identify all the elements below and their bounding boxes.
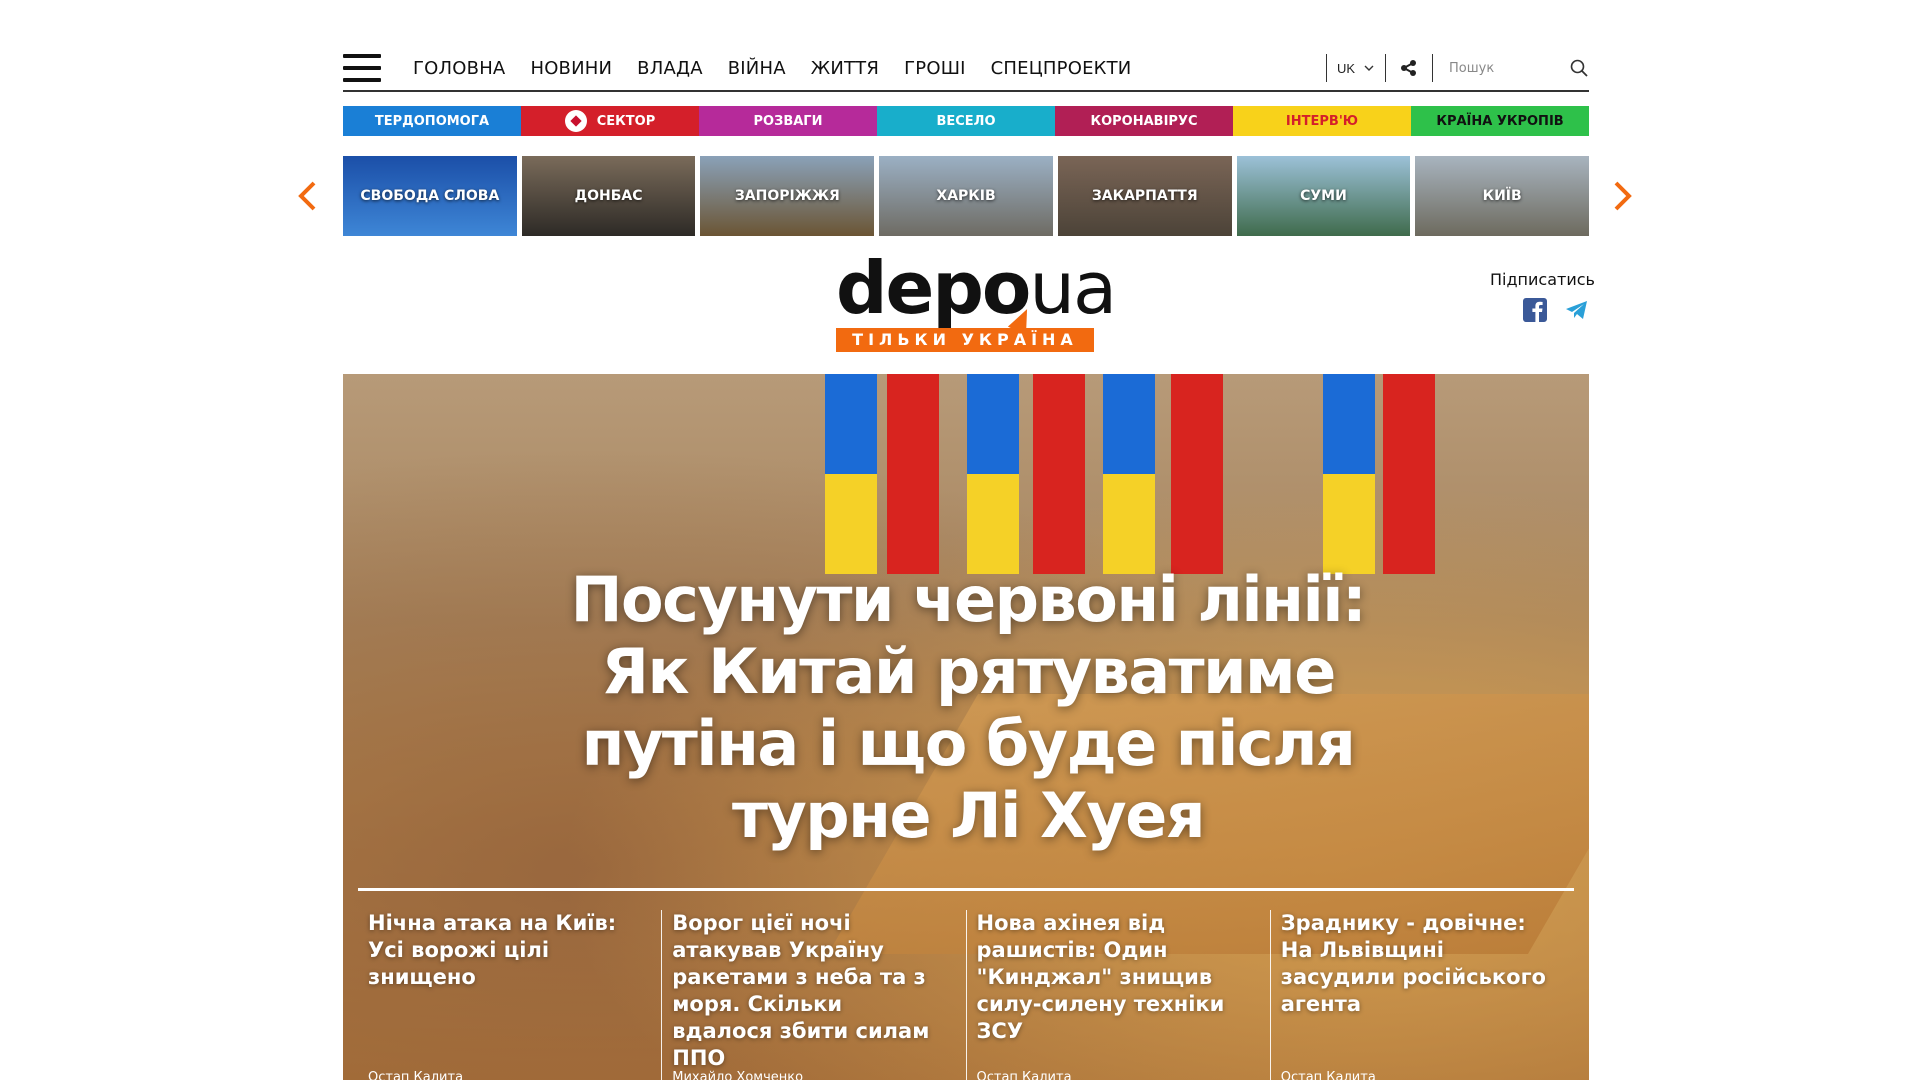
region-label: ЗАКАРПАТТЯ: [1091, 188, 1198, 204]
teaser-title: Ворог цієї ночі атакував Україну ракетам…: [672, 911, 930, 1070]
nav-item-life[interactable]: ЖИТТЯ: [811, 58, 879, 79]
social-links: [1490, 297, 1590, 323]
language-label: UK: [1336, 60, 1355, 76]
category-label: ТЕРДОПОМОГА: [374, 113, 490, 129]
subscribe-label: Підписатись: [1490, 270, 1595, 289]
main-menu: ГОЛОВНА НОВИНИ ВЛАДА ВІЙНА ЖИТТЯ ГРОШІ С…: [413, 58, 1156, 79]
share-button[interactable]: [1386, 59, 1432, 77]
flag-ukraine-decor: [967, 374, 1019, 574]
share-icon: [1401, 60, 1416, 76]
carousel-next-button[interactable]: [1612, 180, 1634, 212]
teaser-author: Остап Калита: [976, 1070, 1072, 1080]
teaser-item[interactable]: Ворог цієї ночі атакував Україну ракетам…: [661, 910, 965, 1080]
nav-item-power[interactable]: ВЛАДА: [637, 58, 703, 79]
nav-item-special-projects[interactable]: СПЕЦПРОЕКТИ: [991, 58, 1132, 79]
category-coronavirus[interactable]: КОРОНАВІРУС: [1055, 106, 1233, 136]
region-label: ЗАПОРІЖЖЯ: [734, 188, 840, 204]
nav-item-home[interactable]: ГОЛОВНА: [413, 58, 505, 79]
category-label: РОЗВАГИ: [753, 113, 823, 129]
facebook-icon[interactable]: [1522, 297, 1548, 323]
nav-item-money[interactable]: ГРОШІ: [904, 58, 966, 79]
region-tile-donbas[interactable]: ДОНБАС: [521, 156, 696, 236]
region-tile-kyiv[interactable]: КИЇВ: [1415, 156, 1590, 236]
search-box: [1433, 58, 1589, 78]
carousel-prev-button[interactable]: [296, 180, 318, 212]
category-label: КОРОНАВІРУС: [1090, 113, 1198, 129]
teaser-title: Нова ахінея від рашистів: Один "Кинджал"…: [976, 911, 1225, 1043]
region-tile-free-speech[interactable]: СВОБОДА СЛОВА: [343, 156, 517, 236]
teaser-item[interactable]: Нова ахінея від рашистів: Один "Кинджал"…: [965, 910, 1270, 1080]
teaser-author: Михайло Хомченко: [672, 1070, 804, 1080]
category-terdopomoha[interactable]: ТЕРДОПОМОГА: [343, 106, 521, 136]
logo-wordmark: depoua: [836, 252, 1117, 324]
logo-main-text: depo: [836, 246, 1031, 330]
category-label: ВЕСЕЛО: [936, 113, 996, 129]
chevron-left-icon: [298, 181, 316, 211]
top-navigation: ГОЛОВНА НОВИНИ ВЛАДА ВІЙНА ЖИТТЯ ГРОШІ С…: [343, 46, 1589, 92]
region-label: ХАРКІВ: [936, 188, 996, 204]
logo-slogan: ТІЛЬКИ УКРАЇНА: [836, 328, 1094, 352]
hamburger-menu-icon[interactable]: [343, 54, 381, 82]
logo-tld-text: ua: [1029, 246, 1117, 330]
region-tile-zaporizhzhia[interactable]: ЗАПОРІЖЖЯ: [700, 156, 875, 236]
hero-headline[interactable]: Посунути червоні лінії: Як Китай рятуват…: [543, 564, 1393, 852]
category-fun[interactable]: ВЕСЕЛО: [877, 106, 1055, 136]
region-tile-kharkiv[interactable]: ХАРКІВ: [879, 156, 1053, 236]
region-carousel: СВОБОДА СЛОВА ДОНБАС ЗАПОРІЖЖЯ ХАРКІВ ЗА…: [343, 156, 1590, 236]
flag-china-decor: [1171, 374, 1223, 574]
flag-ukraine-decor: [1323, 374, 1375, 574]
region-label: СВОБОДА СЛОВА: [360, 188, 500, 204]
region-label: ДОНБАС: [574, 188, 643, 204]
subscribe-block: Підписатись: [1490, 270, 1595, 323]
hero-article[interactable]: Посунути червоні лінії: Як Китай рятуват…: [343, 374, 1589, 1080]
region-label: СУМИ: [1300, 188, 1347, 204]
category-label: ІНТЕРВ'Ю: [1285, 113, 1359, 129]
football-icon: [564, 110, 587, 132]
teaser-title: Зраднику - довічне: На Львівщині засудил…: [1280, 911, 1546, 1016]
teaser-author: Остап Калита: [1280, 1070, 1376, 1080]
flag-china-decor: [1383, 374, 1435, 574]
region-label: КИЇВ: [1482, 188, 1522, 204]
chevron-down-icon: [1364, 65, 1374, 71]
teaser-list: Нічна атака на Київ: Усі ворожі цілі зни…: [358, 910, 1574, 1080]
teaser-author: Остап Калита: [368, 1070, 464, 1080]
language-selector[interactable]: UK: [1327, 61, 1385, 76]
search-icon[interactable]: [1569, 58, 1589, 78]
search-input[interactable]: [1449, 60, 1569, 76]
category-entertainment[interactable]: РОЗВАГИ: [699, 106, 877, 136]
flag-china-decor: [1033, 374, 1085, 574]
category-bar: ТЕРДОПОМОГА СЕКТОР РОЗВАГИ ВЕСЕЛО КОРОНА…: [343, 106, 1589, 136]
category-sector[interactable]: СЕКТОР: [521, 106, 699, 136]
flag-ukraine-decor: [825, 374, 877, 574]
category-interview[interactable]: ІНТЕРВ'Ю: [1233, 106, 1411, 136]
nav-tools: UK: [1325, 53, 1589, 83]
nav-item-news[interactable]: НОВИНИ: [530, 58, 612, 79]
flag-ukraine-decor: [1103, 374, 1155, 574]
teaser-item[interactable]: Зраднику - довічне: На Львівщині засудил…: [1269, 910, 1574, 1080]
telegram-icon[interactable]: [1564, 297, 1590, 323]
region-tile-zakarpattia[interactable]: ЗАКАРПАТТЯ: [1057, 156, 1232, 236]
region-tile-sumy[interactable]: СУМИ: [1236, 156, 1411, 236]
nav-item-war[interactable]: ВІЙНА: [728, 58, 786, 79]
chevron-right-icon: [1614, 181, 1632, 211]
site-logo[interactable]: depoua ТІЛЬКИ УКРАЇНА: [836, 252, 1117, 356]
teaser-title: Нічна атака на Київ: Усі ворожі цілі зни…: [368, 911, 617, 989]
category-label: КРАЇНА УКРОПІВ: [1436, 113, 1564, 129]
flag-china-decor: [887, 374, 939, 574]
category-country-of-ukrops[interactable]: КРАЇНА УКРОПІВ: [1411, 106, 1589, 136]
divider: [358, 888, 1574, 891]
teaser-item[interactable]: Нічна атака на Київ: Усі ворожі цілі зни…: [358, 910, 661, 1080]
category-label: СЕКТОР: [596, 113, 656, 129]
